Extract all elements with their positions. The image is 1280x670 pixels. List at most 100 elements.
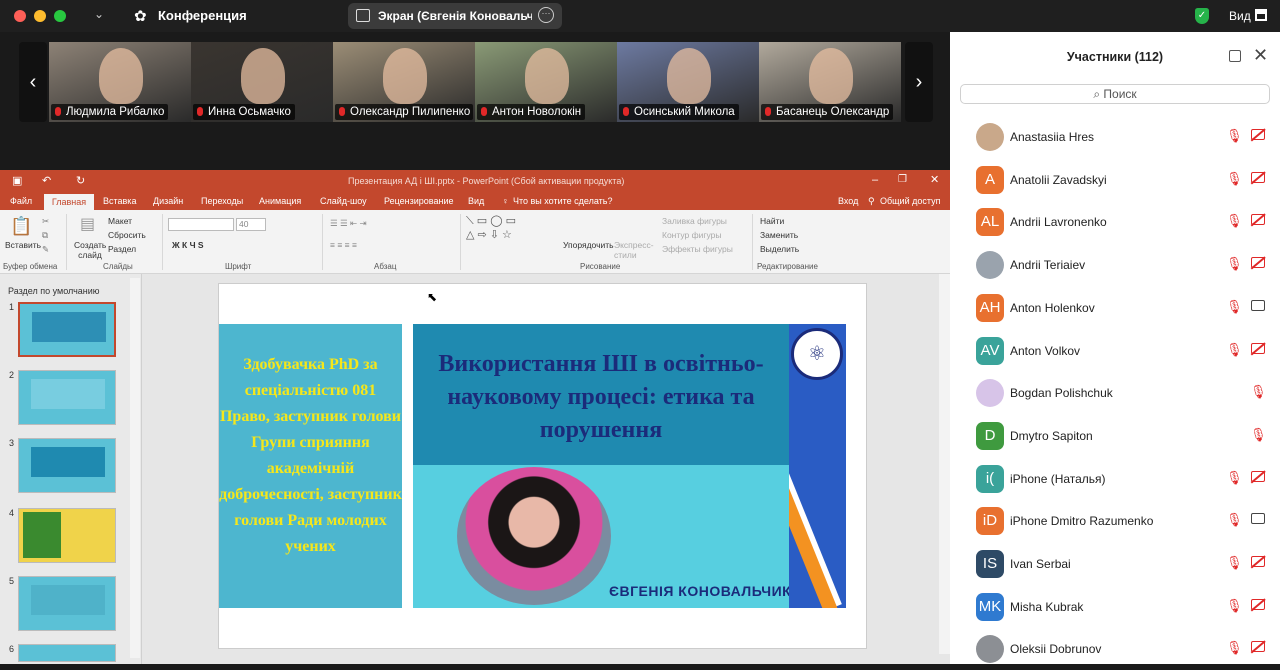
muted-mic-icon[interactable]: 🎙 bbox=[1226, 171, 1243, 187]
popout-icon[interactable] bbox=[1229, 50, 1241, 62]
arrange-button[interactable]: Упорядочить bbox=[563, 240, 614, 250]
restore-icon[interactable]: ❐ bbox=[898, 174, 907, 185]
participant-row[interactable]: Andrii Teriaiev 🎙 bbox=[950, 244, 1280, 286]
slide-left-textbox[interactable]: Здобувачка PhD за спеціальністю 081 Прав… bbox=[219, 324, 402, 608]
shape-outline-button[interactable]: Контур фигуры bbox=[662, 230, 721, 240]
section-label[interactable]: Раздел по умолчанию bbox=[8, 286, 100, 296]
video-tile[interactable]: Инна Осьмачко bbox=[191, 42, 333, 122]
participants-search[interactable]: ⌕ Поиск bbox=[960, 84, 1270, 104]
select-button[interactable]: Выделить bbox=[760, 244, 799, 254]
slide-thumbnail[interactable] bbox=[18, 438, 116, 493]
next-page-button[interactable]: › bbox=[905, 42, 933, 122]
section-button[interactable]: Раздел bbox=[108, 244, 136, 254]
slide-thumbnail[interactable] bbox=[18, 370, 116, 425]
slide-thumbnail[interactable] bbox=[18, 644, 116, 662]
muted-mic-icon[interactable]: 🎙 bbox=[1226, 128, 1243, 144]
find-button[interactable]: Найти bbox=[760, 216, 784, 226]
participant-row[interactable]: Bogdan Polishchuk 🎙 bbox=[950, 372, 1280, 414]
video-off-icon[interactable] bbox=[1251, 641, 1265, 653]
video-tile[interactable]: Басанець Олександр bbox=[759, 42, 901, 122]
video-off-icon[interactable] bbox=[1251, 342, 1265, 354]
share-button[interactable]: Общий доступ bbox=[880, 196, 940, 206]
video-tile[interactable]: Олександр Пилипенко bbox=[333, 42, 475, 122]
video-tile[interactable]: Людмила Рибалко bbox=[49, 42, 191, 122]
tab-slideshow[interactable]: Слайд-шоу bbox=[320, 196, 367, 206]
format-painter-icon[interactable]: ✎ bbox=[42, 244, 49, 255]
layout-button[interactable]: Макет bbox=[108, 216, 132, 226]
video-tile[interactable]: Осинський Микола bbox=[617, 42, 759, 122]
muted-mic-icon[interactable]: 🎙 bbox=[1226, 213, 1243, 229]
new-slide-icon[interactable]: ▤ bbox=[80, 214, 95, 234]
participant-row[interactable]: IS Ivan Serbai 🎙 bbox=[950, 543, 1280, 585]
chevron-down-icon[interactable]: ⌄ bbox=[94, 7, 104, 21]
save-icon[interactable]: ▣ bbox=[12, 174, 22, 187]
tab-transitions[interactable]: Переходы bbox=[201, 196, 243, 206]
replace-button[interactable]: Заменить bbox=[760, 230, 798, 240]
align-icon[interactable]: ≡ ≡ ≡ ≡ bbox=[330, 240, 357, 250]
tab-design[interactable]: Дизайн bbox=[153, 196, 183, 206]
participant-row[interactable]: iD iPhone Dmitro Razumenko 🎙 bbox=[950, 500, 1280, 542]
minimize-icon[interactable]: – bbox=[872, 174, 878, 186]
shape-effects-button[interactable]: Эффекты фигуры bbox=[662, 244, 733, 254]
participant-row[interactable]: AH Anton Holenkov 🎙 bbox=[950, 287, 1280, 329]
tab-review[interactable]: Рецензирование bbox=[384, 196, 454, 206]
tell-me-box[interactable]: Что вы хотите сделать? bbox=[513, 196, 613, 206]
muted-mic-icon[interactable]: 🎙 bbox=[1226, 555, 1243, 571]
participant-row[interactable]: A Anatolii Zavadskyi 🎙 bbox=[950, 159, 1280, 201]
video-off-icon[interactable] bbox=[1251, 214, 1265, 226]
participant-row[interactable]: AL Andrii Lavronenko 🎙 bbox=[950, 201, 1280, 243]
maximize-window-button[interactable] bbox=[54, 10, 66, 22]
slide-thumbnail[interactable] bbox=[18, 508, 116, 563]
muted-mic-icon[interactable]: 🎙 bbox=[1226, 598, 1243, 614]
tab-insert[interactable]: Вставка bbox=[103, 196, 136, 206]
minimize-window-button[interactable] bbox=[34, 10, 46, 22]
undo-icon[interactable]: ↶ bbox=[42, 174, 51, 187]
video-off-icon[interactable] bbox=[1251, 171, 1265, 183]
copy-icon[interactable]: ⧉ bbox=[42, 230, 48, 241]
font-size-box[interactable]: 40 bbox=[236, 218, 266, 231]
quick-styles-button[interactable]: Экспресс-стили bbox=[614, 240, 654, 260]
tab-home[interactable]: Главная bbox=[44, 194, 94, 210]
new-slide-button[interactable]: Создать слайд bbox=[74, 240, 106, 260]
video-on-icon[interactable] bbox=[1251, 299, 1265, 311]
redo-icon[interactable]: ↻ bbox=[76, 174, 85, 187]
video-on-icon[interactable] bbox=[1251, 513, 1265, 525]
slide-title-box[interactable]: Використання ШІ в освітньо-науковому про… bbox=[413, 324, 789, 465]
paste-icon[interactable]: 📋 bbox=[10, 216, 32, 237]
video-off-icon[interactable] bbox=[1251, 598, 1265, 610]
tab-file[interactable]: Файл bbox=[10, 196, 32, 206]
view-menu-label[interactable]: Вид bbox=[1229, 9, 1251, 23]
tab-animation[interactable]: Анимация bbox=[259, 196, 301, 206]
participant-row[interactable]: AV Anton Volkov 🎙 bbox=[950, 330, 1280, 372]
video-off-icon[interactable] bbox=[1251, 470, 1265, 482]
shape-fill-button[interactable]: Заливка фигуры bbox=[662, 216, 727, 226]
participant-row[interactable]: Anastasiia Hres 🎙 bbox=[950, 116, 1280, 158]
muted-mic-icon[interactable]: 🎙 bbox=[1226, 512, 1243, 528]
more-options-icon[interactable]: ··· bbox=[538, 7, 554, 23]
tab-view[interactable]: Вид bbox=[468, 196, 484, 206]
screen-share-indicator[interactable]: Экран (Євгенія Коновальчик) ··· bbox=[348, 3, 562, 29]
login-link[interactable]: Вход bbox=[838, 196, 858, 206]
muted-mic-icon[interactable]: 🎙 bbox=[1250, 384, 1267, 400]
participant-row[interactable]: i(iPhone (Наталья) 🎙 bbox=[950, 458, 1280, 500]
video-off-icon[interactable] bbox=[1251, 556, 1265, 567]
current-slide[interactable]: ⬉ Здобувачка PhD за спеціальністю 081 Пр… bbox=[218, 283, 867, 649]
muted-mic-icon[interactable]: 🎙 bbox=[1226, 470, 1243, 486]
close-window-button[interactable] bbox=[14, 10, 26, 22]
cut-icon[interactable]: ✂ bbox=[42, 216, 49, 227]
muted-mic-icon[interactable]: 🎙 bbox=[1250, 427, 1267, 443]
shield-icon[interactable]: ✓ bbox=[1195, 8, 1209, 24]
grid-view-icon[interactable] bbox=[1255, 9, 1267, 21]
shapes-gallery-icon[interactable]: ⟍ ▭ ◯ ▭ △ ⇨ ⇩ ☆ bbox=[466, 214, 516, 241]
close-icon[interactable]: ✕ bbox=[930, 173, 939, 186]
muted-mic-icon[interactable]: 🎙 bbox=[1226, 342, 1243, 358]
bold-icon[interactable]: Ж К Ч S bbox=[172, 240, 204, 250]
video-off-icon[interactable] bbox=[1251, 257, 1265, 269]
muted-mic-icon[interactable]: 🎙 bbox=[1226, 299, 1243, 315]
paste-button[interactable]: Вставить bbox=[5, 240, 41, 250]
close-panel-icon[interactable]: ✕ bbox=[1253, 45, 1268, 66]
previous-page-button[interactable]: ‹ bbox=[19, 42, 47, 122]
video-off-icon[interactable] bbox=[1251, 129, 1265, 140]
video-tile[interactable]: Антон Новолокін bbox=[475, 42, 617, 122]
muted-mic-icon[interactable]: 🎙 bbox=[1226, 640, 1243, 656]
